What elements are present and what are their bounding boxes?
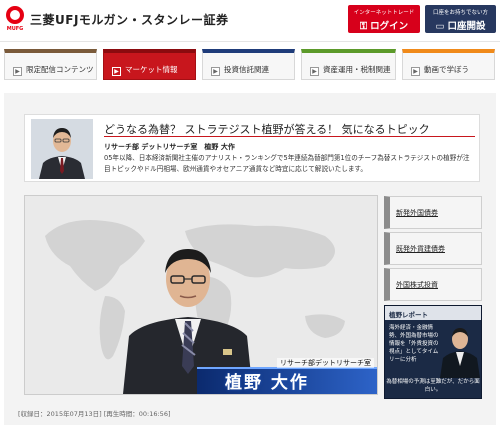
report-person-illustration (440, 328, 480, 378)
login-button[interactable]: インターネットトレード ⚿ ログイン (348, 5, 420, 33)
program-title: どうなる為替？ ストラテジスト植野が答える！ 気になるトピック (104, 123, 430, 136)
mufg-logo-icon (6, 6, 24, 24)
recording-meta: [収録日：2015年07月13日] [再生時間：00:16:56] (18, 410, 171, 418)
key-icon: ⚿ (359, 21, 368, 32)
link-new-foreign-bonds[interactable]: 新発外国債券 (384, 196, 482, 229)
site-header: MUFG 三菱UFJモルガン・スタンレー証券 インターネットトレード ⚿ ログイン… (0, 0, 500, 42)
program-info: どうなる為替？ ストラテジスト植野が答える！ 気になるトピック リサーチ部 デッ… (24, 114, 480, 182)
arrow-right-icon: ▶ (310, 67, 319, 76)
open-account-button[interactable]: 口座をお持ちでない方 ▭ 口座開設 (425, 5, 496, 33)
program-description: 05年以降、日本経済新聞社主催のアナリスト・ランキングで5年連続為替部門第1位の… (104, 154, 470, 173)
tab-label: 動画で学ぼう (424, 65, 469, 74)
arrow-right-icon: ▶ (112, 67, 121, 76)
laptop-icon: ▭ (435, 21, 445, 32)
analyst-photo (31, 119, 93, 179)
ueno-report-banner[interactable]: 植野レポート 海外経済・金融情勢、外国為替市場の情報を「外貨投資の視点」としてタ… (384, 305, 482, 399)
link-existing-foreign-bonds[interactable]: 既発外貨建債券 (384, 232, 482, 265)
tab-investment-trust[interactable]: ▶ 投資信託関連 (202, 49, 295, 80)
tab-market-info[interactable]: ▶ マーケット情報 (103, 49, 196, 80)
tab-asset-tax[interactable]: ▶ 資産運用・税制関連 (301, 49, 396, 80)
arrow-right-icon: ▶ (13, 67, 22, 76)
login-caption: インターネットトレード (353, 10, 415, 16)
arrow-right-icon: ▶ (211, 67, 220, 76)
analyst-name: リサーチ部 デットリサーチ室 植野 大作 (104, 143, 235, 151)
report-title: 植野レポート (385, 306, 481, 320)
open-account-label: 口座開設 (447, 21, 486, 32)
tab-label: 投資信託関連 (224, 65, 269, 74)
login-label: ログイン (370, 21, 409, 32)
tab-label: マーケット情報 (125, 65, 178, 74)
main-nav: ▶ 限定配信コンテンツ ▶ マーケット情報 ▶ 投資信託関連 ▶ 資産運用・税制関連 ▶… (0, 47, 500, 83)
tab-learn-video[interactable]: ▶ 動画で学ぼう (402, 49, 495, 80)
report-description: 海外経済・金融情勢、外国為替市場の情報を「外貨投資の視点」としてタイムリーに分析 (389, 325, 439, 363)
mufg-logo[interactable]: MUFG (4, 6, 26, 34)
tab-label: 限定配信コンテンツ (26, 65, 94, 74)
logo-sub-text: MUFG (6, 26, 24, 32)
open-account-caption: 口座をお持ちでない方 (432, 10, 488, 16)
tab-label: 資産運用・税制関連 (323, 65, 391, 74)
title-divider (104, 136, 475, 137)
caption-department: リサーチ部デットリサーチ室 (277, 358, 374, 368)
tab-limited-content[interactable]: ▶ 限定配信コンテンツ (4, 49, 97, 80)
caption-presenter-name: 植野 大作 (225, 373, 309, 393)
brand-name[interactable]: 三菱UFJモルガン・スタンレー証券 (30, 11, 229, 28)
person-illustration (31, 119, 93, 179)
arrow-right-icon: ▶ (411, 67, 420, 76)
video-player[interactable]: リサーチ部デットリサーチ室 植野 大作 (24, 195, 378, 395)
content-area: どうなる為替？ ストラテジスト植野が答える！ 気になるトピック リサーチ部 デッ… (4, 93, 496, 425)
link-foreign-stocks[interactable]: 外国株式投資 (384, 268, 482, 301)
report-tagline: 為替相場の予測は至難だが、だから面白い。 (386, 379, 480, 393)
